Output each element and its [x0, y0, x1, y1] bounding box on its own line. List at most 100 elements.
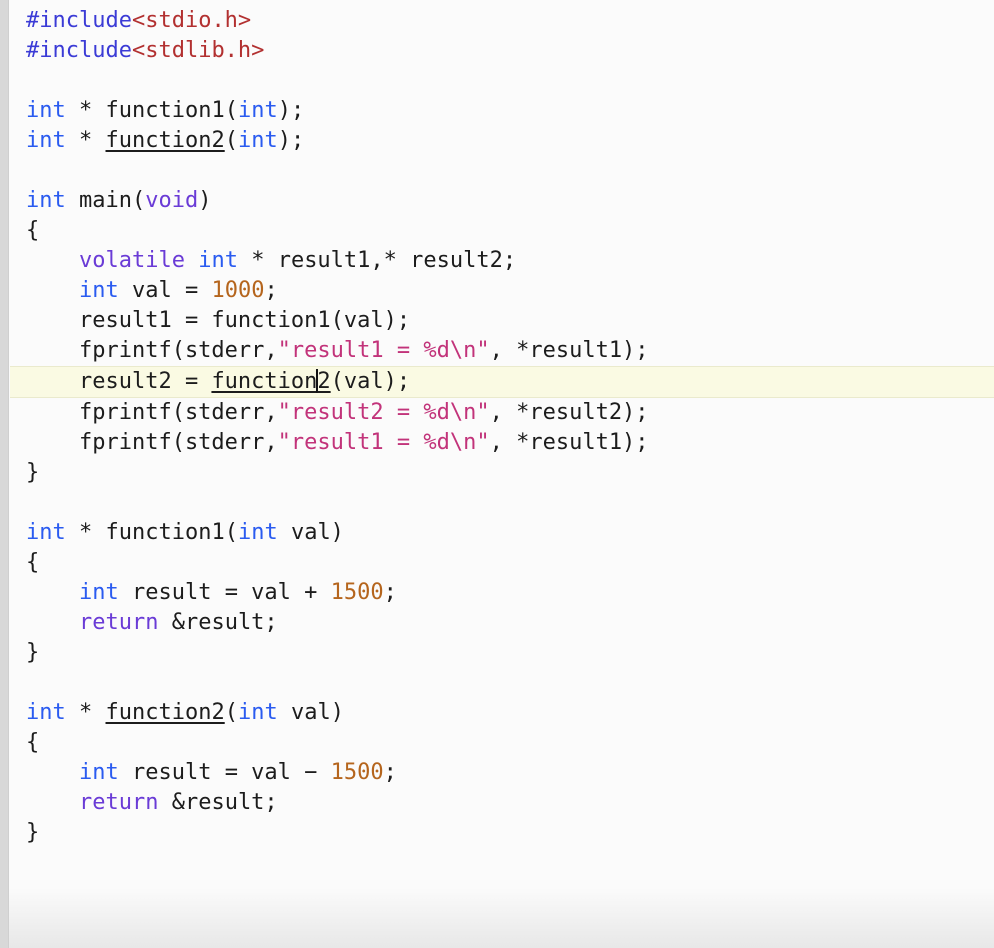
code-token-plain: ;	[264, 278, 278, 303]
code-line[interactable]: return &result;	[10, 608, 994, 638]
code-token-plain: fprintf(stderr,	[26, 338, 278, 363]
code-token-plain: ,	[489, 430, 517, 455]
editor-gutter[interactable]	[0, 0, 9, 948]
code-line[interactable]	[10, 488, 994, 518]
code-token-type: int	[78, 760, 119, 785]
code-line[interactable]: int * function1(int);	[10, 96, 994, 126]
code-token-str: "result1 = %d\n"	[277, 338, 490, 363]
code-token-plain: );	[277, 128, 305, 153]
code-line[interactable]: #include<stdio.h>	[10, 6, 994, 36]
code-token-plain: main(	[65, 188, 146, 213]
code-line[interactable]	[10, 848, 994, 878]
code-token-plain: result2 =	[26, 369, 212, 394]
code-line[interactable]: int * function2(int val)	[10, 698, 994, 728]
code-token-kw: return	[78, 790, 159, 815]
code-token-plain: ,	[489, 400, 517, 425]
code-token-plain: )	[198, 188, 212, 213]
code-token-type: int	[26, 98, 66, 123]
code-line[interactable]: }	[10, 818, 994, 848]
code-token-type: int	[78, 580, 119, 605]
code-line[interactable]: {	[10, 728, 994, 758]
code-token-plain: (val);	[330, 369, 411, 394]
code-token-type: int	[26, 520, 66, 545]
code-editor-window: #include<stdio.h> #include<stdlib.h> int …	[0, 0, 994, 948]
code-token-plain: result1);	[529, 338, 649, 363]
code-token-plain: result = val	[118, 760, 305, 785]
code-line[interactable]: return &result;	[10, 788, 994, 818]
code-token-type: int	[237, 700, 278, 725]
code-token-plain: 2	[317, 369, 331, 394]
code-token-type: int	[26, 188, 66, 213]
code-token-plain: fprintf(stderr,	[26, 400, 278, 425]
code-line[interactable]: int result = val − 1500;	[10, 758, 994, 788]
code-token-str: "result1 = %d\n"	[277, 430, 490, 455]
code-line[interactable]: }	[10, 458, 994, 488]
code-line[interactable]: fprintf(stderr,"result2 = %d\n", *result…	[10, 398, 994, 428]
code-line[interactable]: int main(void)	[10, 186, 994, 216]
code-line[interactable]: result1 = function1(val);	[10, 306, 994, 336]
code-token-plain: function2	[105, 700, 225, 725]
code-token-plain: *	[516, 430, 530, 455]
code-line[interactable]: {	[10, 216, 994, 246]
code-token-type: int	[26, 128, 66, 153]
code-line[interactable]: {	[10, 548, 994, 578]
code-line[interactable]	[10, 156, 994, 186]
code-token-pp: #include	[26, 38, 132, 63]
code-line[interactable]: }	[10, 638, 994, 668]
code-token-plain: result2);	[529, 400, 649, 425]
code-token-plain: *	[79, 700, 93, 725]
code-token-plain: function2	[105, 128, 225, 153]
code-token-type: int	[198, 248, 238, 273]
code-line[interactable]: volatile int * result1,* result2;	[10, 246, 994, 276]
code-token-type: int	[26, 700, 66, 725]
code-token-type: int	[78, 278, 119, 303]
code-line[interactable]: #include<stdlib.h>	[10, 36, 994, 66]
code-token-header: <stdlib.h>	[131, 38, 265, 63]
code-line[interactable]	[10, 66, 994, 96]
code-token-plain: function1(	[92, 520, 238, 545]
code-line[interactable]: int val = 1000;	[10, 276, 994, 306]
code-token-plain: val =	[118, 278, 212, 303]
code-line-current[interactable]: result2 = function2(val);	[10, 366, 994, 398]
code-token-type: int	[237, 98, 278, 123]
code-line[interactable]	[10, 878, 994, 908]
code-token-plain: *	[79, 98, 93, 123]
code-token-plain: *	[251, 248, 265, 273]
code-token-plain: }	[26, 460, 40, 485]
code-token-plain: (	[224, 700, 238, 725]
code-token-plain: fprintf(stderr,	[26, 430, 278, 455]
code-token-plain: ;	[383, 760, 397, 785]
code-token-pp: #include	[26, 8, 132, 33]
code-token-plain: &result;	[158, 790, 278, 815]
code-token-plain: {	[26, 218, 40, 243]
code-token-plain: result1,	[264, 248, 384, 273]
code-token-num: 1000	[211, 278, 265, 303]
code-line[interactable]: int result = val + 1500;	[10, 578, 994, 608]
code-token-num: 1500	[330, 580, 384, 605]
code-line[interactable]: int * function2(int);	[10, 126, 994, 156]
code-lines-container: #include<stdio.h> #include<stdlib.h> int …	[10, 6, 994, 908]
code-token-plain: *	[516, 400, 530, 425]
code-token-str: "result2 = %d\n"	[277, 400, 490, 425]
code-token-plain: *	[79, 520, 93, 545]
code-token-kw: volatile	[78, 248, 185, 273]
code-line[interactable]: fprintf(stderr,"result1 = %d\n", *result…	[10, 336, 994, 366]
code-line[interactable]	[10, 668, 994, 698]
code-line[interactable]: int * function1(int val)	[10, 518, 994, 548]
code-token-plain: *	[79, 128, 93, 153]
code-token-plain: {	[26, 550, 40, 575]
code-line[interactable]: fprintf(stderr,"result1 = %d\n", *result…	[10, 428, 994, 458]
code-text-area[interactable]: #include<stdio.h> #include<stdlib.h> int …	[10, 0, 994, 948]
code-token-plain: result1);	[529, 430, 649, 455]
